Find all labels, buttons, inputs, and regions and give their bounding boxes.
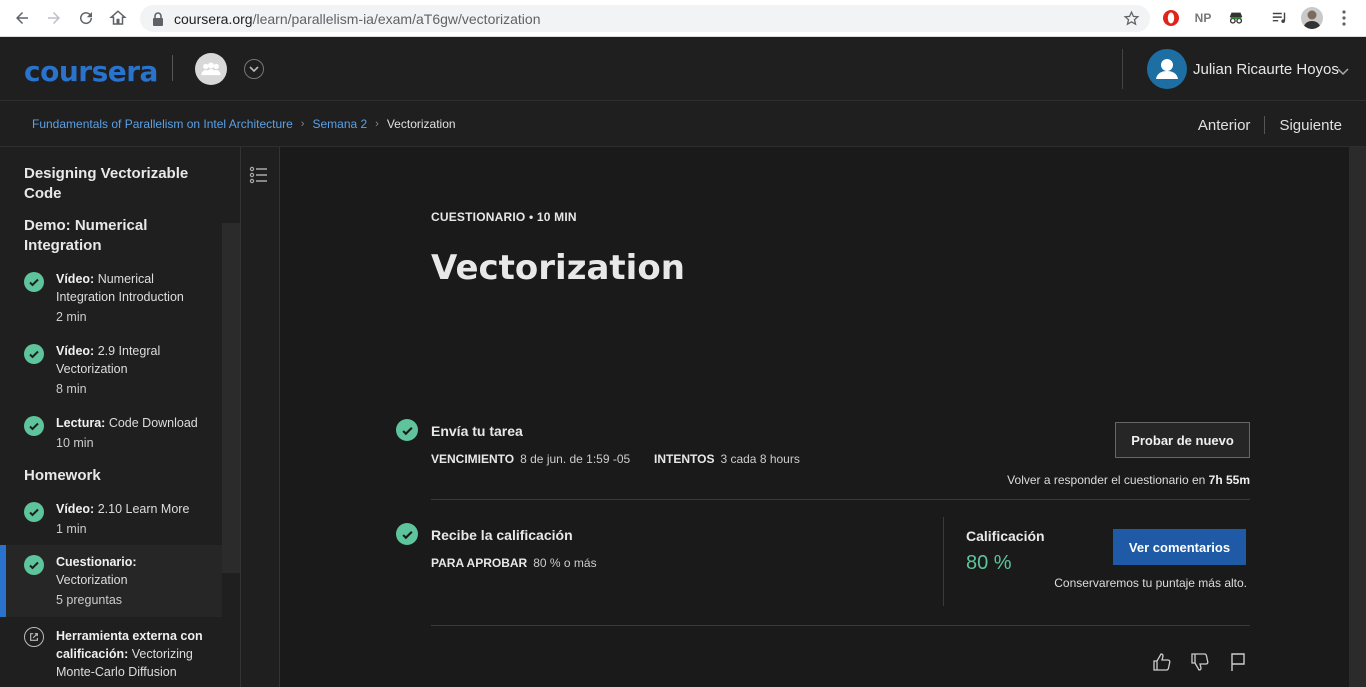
check-icon — [396, 419, 418, 441]
sidebar-item-active[interactable]: Cuestionario: Vectorization 5 preguntas — [0, 545, 222, 617]
section-divider — [431, 625, 1250, 626]
sidebar-item[interactable]: Vídeo: 2.10 Learn More 1 min — [0, 498, 222, 538]
profile-avatar[interactable] — [1301, 7, 1323, 29]
group-avatar[interactable] — [195, 53, 227, 85]
item-type: Vídeo: — [56, 272, 95, 286]
item-type: Cuestionario: — [56, 555, 137, 569]
sidebar-item[interactable]: Herramienta externa con calificación: Ve… — [0, 625, 222, 687]
grade-value: 80 % — [966, 552, 1012, 574]
next-link[interactable]: Siguiente — [1279, 117, 1342, 134]
breadcrumb-bar: Fundamentals of Parallelism on Intel Arc… — [0, 101, 1366, 147]
coursera-logo[interactable]: coursera — [24, 55, 158, 88]
reload-icon[interactable] — [74, 6, 98, 30]
header-divider — [1122, 49, 1123, 89]
retry-button[interactable]: Probar de nuevo — [1115, 422, 1250, 458]
course-sidebar: Designing Vectorizable Code Demo: Numeri… — [0, 147, 240, 687]
chevron-right-icon: › — [375, 118, 379, 130]
address-bar[interactable]: coursera.org/learn/parallelism-ia/exam/a… — [140, 5, 1150, 32]
sidebar-item[interactable]: Lectura: Code Download 10 min — [0, 412, 222, 452]
chevron-down-icon[interactable] — [1337, 63, 1349, 81]
list-icon[interactable] — [249, 165, 269, 190]
browser-toolbar: coursera.org/learn/parallelism-ia/exam/a… — [0, 0, 1366, 37]
check-icon — [24, 416, 44, 436]
browser-menu-icon[interactable] — [1338, 8, 1350, 28]
item-type: Vídeo: — [56, 502, 95, 516]
retry-note: Volver a responder el cuestionario en 7h… — [1007, 473, 1250, 487]
breadcrumb-current: Vectorization — [386, 117, 456, 131]
item-duration: 2 min — [56, 310, 87, 324]
grade-label: Calificación — [966, 528, 1045, 544]
chevron-down-icon[interactable] — [244, 59, 264, 79]
check-icon — [24, 272, 44, 292]
site-header: coursera Julian Ricaurte Hoyos — [0, 37, 1366, 101]
pager-divider — [1264, 116, 1266, 134]
main-content: CUESTIONARIO • 10 MIN Vectorization Enví… — [282, 147, 1348, 687]
item-type: Vídeo: — [56, 344, 95, 358]
previous-link[interactable]: Anterior — [1198, 117, 1251, 134]
external-link-icon — [24, 627, 44, 647]
item-pager: Anterior Siguiente — [1198, 116, 1342, 134]
thumbs-up-icon[interactable] — [1152, 652, 1172, 672]
check-icon — [396, 523, 418, 545]
page-scrollbar[interactable] — [1349, 147, 1366, 687]
page-title: Vectorization — [431, 248, 685, 288]
bookmark-star-icon[interactable] — [1123, 10, 1140, 27]
users-icon — [201, 62, 221, 76]
highest-score-note: Conservaremos tu puntaje más alto. — [1054, 576, 1247, 590]
item-kicker: CUESTIONARIO • 10 MIN — [431, 210, 577, 224]
sidebar-scrollbar[interactable] — [222, 223, 240, 573]
url-text: coursera.org/learn/parallelism-ia/exam/a… — [174, 10, 541, 27]
sidebar-item[interactable]: Vídeo: Numerical Integration Introductio… — [0, 268, 222, 328]
submit-title: Envía tu tarea — [431, 423, 523, 439]
home-icon[interactable] — [106, 6, 130, 30]
grade-divider — [943, 517, 944, 606]
thumbs-down-icon[interactable] — [1190, 652, 1210, 672]
np-extension-icon[interactable]: NP — [1193, 8, 1213, 28]
pass-requirement: PARA APROBAR 80 % o más — [431, 556, 597, 570]
item-type: Lectura: — [56, 416, 106, 430]
forward-icon[interactable] — [42, 6, 66, 30]
item-title: Vectorization — [56, 573, 128, 587]
sidebar-section-title: Demo: Numerical Integration — [24, 217, 148, 254]
item-title: 2.10 Learn More — [97, 502, 190, 516]
breadcrumb-course-link[interactable]: Fundamentals of Parallelism on Intel Arc… — [32, 117, 293, 131]
breadcrumb: Fundamentals of Parallelism on Intel Arc… — [32, 117, 456, 131]
item-duration: 5 preguntas — [56, 593, 123, 607]
sidebar-section-title: Designing Vectorizable Code — [24, 165, 189, 202]
check-icon — [24, 344, 44, 364]
sidebar-toggle-rail — [240, 147, 280, 687]
sidebar-section-title: Homework — [24, 467, 101, 484]
view-feedback-button[interactable]: Ver comentarios — [1113, 529, 1246, 565]
chevron-right-icon: › — [300, 118, 305, 130]
user-avatar[interactable] — [1147, 49, 1187, 89]
section-divider — [431, 499, 1250, 500]
due-date: VENCIMIENTO 8 de jun. de 1:59 -05 — [431, 452, 631, 466]
sidebar-item[interactable]: Vídeo: 2.9 Integral Vectorization 8 min — [0, 340, 222, 400]
breadcrumb-week-link[interactable]: Semana 2 — [312, 117, 367, 131]
flag-icon[interactable] — [1228, 652, 1248, 672]
item-duration: 8 min — [56, 382, 87, 396]
grade-title: Recibe la calificación — [431, 527, 573, 543]
incognito-extension-icon[interactable] — [1226, 8, 1246, 28]
attempts: INTENTOS 3 cada 8 hours — [654, 452, 800, 466]
check-icon — [24, 502, 44, 522]
item-duration: 1 min — [56, 522, 87, 536]
check-icon — [24, 555, 44, 575]
item-title: Code Download — [108, 416, 198, 430]
user-name[interactable]: Julian Ricaurte Hoyos — [1193, 61, 1339, 78]
lock-icon — [153, 11, 163, 26]
header-divider — [172, 55, 173, 81]
user-icon — [1156, 59, 1178, 79]
playlist-extension-icon[interactable] — [1270, 8, 1290, 28]
feedback-actions — [1152, 652, 1248, 672]
opera-extension-icon[interactable] — [1162, 8, 1180, 28]
back-icon[interactable] — [10, 6, 34, 30]
item-duration: 10 min — [56, 436, 94, 450]
